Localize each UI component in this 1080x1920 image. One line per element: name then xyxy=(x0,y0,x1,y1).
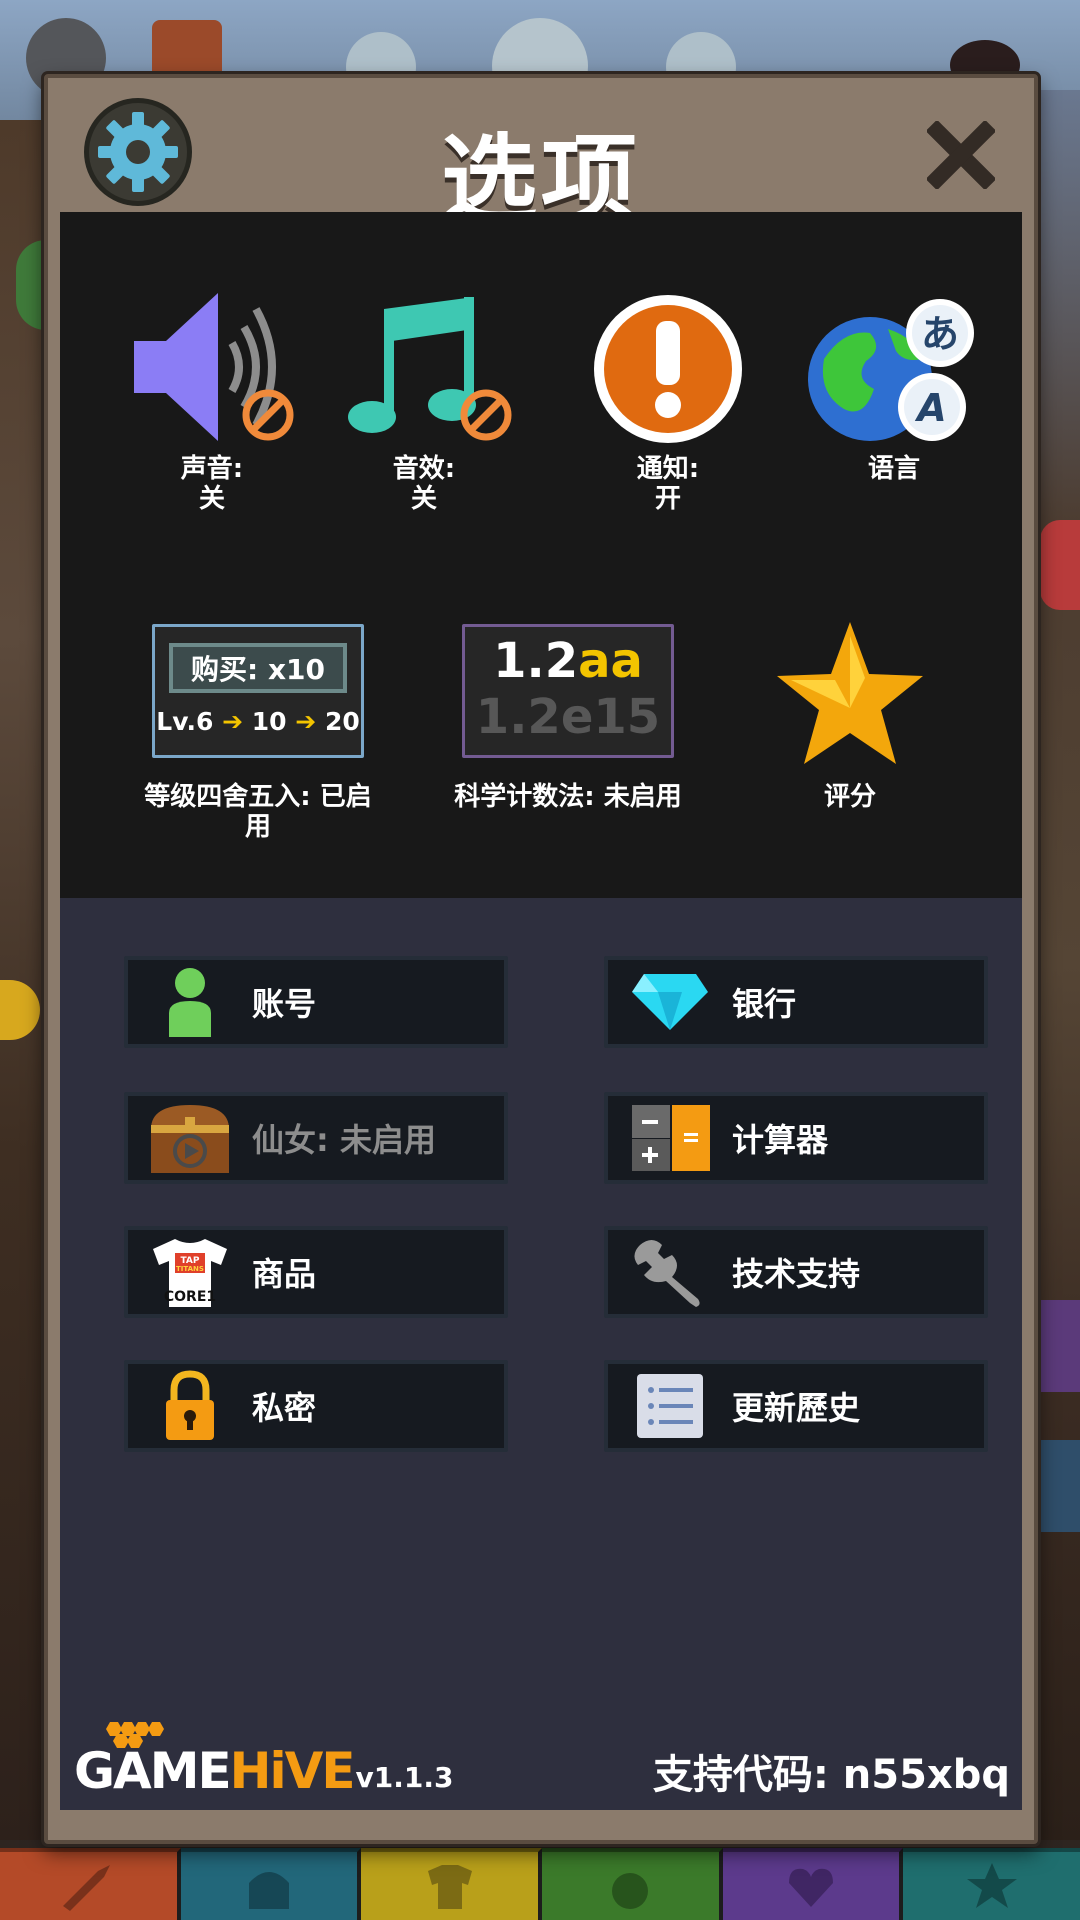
arrow-right-icon: ➔ xyxy=(295,707,317,736)
sound-toggle[interactable]: 声音: 关 xyxy=(112,284,312,514)
level-mid: 10 xyxy=(251,707,287,736)
rate-label: 评分 xyxy=(823,782,876,812)
tab-shop[interactable] xyxy=(903,1848,1080,1920)
merch-shirt-line2: TITANS xyxy=(176,1265,204,1273)
tshirt-icon: TAP TITANS CORE1 xyxy=(153,1239,227,1307)
level-rounding-caption-line2: 用 xyxy=(244,812,271,842)
buy-multiplier-preview: 购买: x10 xyxy=(169,643,347,693)
merch-label: 商品 xyxy=(252,1255,317,1293)
logo-hive-text: HiVE xyxy=(229,1742,356,1800)
close-button[interactable] xyxy=(924,118,998,192)
logo-game-text: GAME xyxy=(74,1742,232,1800)
helmet-icon xyxy=(249,1872,289,1909)
level-rounding-caption-line1: 等级四舍五入: 已启 xyxy=(144,782,372,812)
scientific-notation-caption: 科学计数法: 未启用 xyxy=(454,782,682,812)
star-icon xyxy=(777,622,923,764)
right-scene-strip xyxy=(1038,90,1080,1840)
fairy-ads-label: 仙女: 未启用 xyxy=(252,1121,436,1159)
letter-notation-preview: 1.2aa xyxy=(465,633,671,689)
globe-language-icon: あ A xyxy=(808,299,974,441)
sound-label: 声音: xyxy=(180,454,244,484)
level-end: 20 xyxy=(324,707,360,736)
level-rounding-toggle[interactable]: 购买: x10 Lv.6 ➔ 10 ➔ 20 xyxy=(152,624,364,758)
merch-shirt-line3: CORE1 xyxy=(164,1289,216,1305)
notifications-label: 通知: xyxy=(636,454,700,484)
bottom-tab-bar xyxy=(0,1848,1080,1920)
calculator-icon xyxy=(632,1105,710,1171)
version-text: v1.1.3 xyxy=(355,1761,454,1794)
level-rounding-caption: 等级四舍五入: 已启 用 xyxy=(142,782,374,842)
update-history-button[interactable]: 更新歷史 xyxy=(604,1360,988,1452)
hero-portrait-right xyxy=(1040,520,1080,610)
lock-icon xyxy=(166,1370,214,1440)
support-button[interactable]: 技术支持 xyxy=(604,1226,988,1318)
tab-pets[interactable] xyxy=(542,1848,723,1920)
settings-toggles-section: 声音: 关 音效: 关 通知: 开 あ A 语言 购买: x10 Lv.6 ➔ … xyxy=(60,212,1022,898)
privacy-button[interactable]: 私密 xyxy=(124,1360,508,1452)
scientific-notation-preview: 1.2e15 xyxy=(475,689,661,745)
side-ad-badge xyxy=(1040,1300,1080,1392)
tab-equipment[interactable] xyxy=(361,1848,543,1920)
svg-text:A: A xyxy=(914,386,946,430)
options-content: 声音: 关 音效: 关 通知: 开 あ A 语言 购买: x10 Lv.6 ➔ … xyxy=(60,212,1022,1810)
pet-icon xyxy=(612,1873,649,1909)
arrow-right-icon: ➔ xyxy=(222,707,244,736)
hero-portrait-left xyxy=(16,240,46,330)
notifications-toggle[interactable]: 通知: 开 xyxy=(568,284,768,514)
bank-button[interactable]: 银行 xyxy=(604,956,988,1048)
tab-clan[interactable] xyxy=(722,1848,904,1920)
exclamation-icon xyxy=(594,295,742,443)
letter-notation-number: 1.2 xyxy=(493,633,579,689)
gamehive-logo: GAME HiVE v1.1.3 xyxy=(74,1722,454,1800)
scientific-notation-toggle[interactable]: 1.2aa 1.2e15 xyxy=(462,624,674,758)
account-label: 账号 xyxy=(252,985,317,1023)
rate-button[interactable]: 评分 xyxy=(750,618,950,812)
language-button[interactable]: あ A 语言 xyxy=(794,284,994,484)
support-label: 技术支持 xyxy=(732,1255,861,1293)
sfx-value: 关 xyxy=(410,484,437,514)
level-rounding-preview: Lv.6 ➔ 10 ➔ 20 xyxy=(155,707,361,736)
tab-sword[interactable] xyxy=(0,1848,181,1920)
clan-heart-icon xyxy=(789,1868,834,1907)
side-ad-badge-2 xyxy=(1040,1440,1080,1532)
speaker-muted-icon xyxy=(134,293,294,441)
privacy-label: 私密 xyxy=(252,1389,317,1427)
star-tab-icon xyxy=(966,1863,1017,1908)
shirt-icon xyxy=(427,1865,472,1909)
calculator-button[interactable]: 计算器 xyxy=(604,1092,988,1184)
calculator-label: 计算器 xyxy=(732,1121,829,1159)
close-icon xyxy=(927,121,995,189)
sfx-toggle[interactable]: 音效: 关 xyxy=(324,284,524,514)
svg-text:あ: あ xyxy=(921,312,959,356)
update-history-label: 更新歷史 xyxy=(732,1389,861,1427)
support-code: 支持代码: n55xbq xyxy=(652,1752,1010,1798)
merch-button[interactable]: TAP TITANS CORE1 商品 xyxy=(124,1226,508,1318)
sound-value: 关 xyxy=(198,484,225,514)
fairy-ads-button[interactable]: 仙女: 未启用 xyxy=(124,1092,508,1184)
diamond-icon xyxy=(632,974,708,1030)
honeycomb-icon xyxy=(106,1722,164,1748)
music-note-muted-icon xyxy=(348,297,512,441)
options-panel: 选项 声音: 关 音效: 关 通知: 开 あ A 语言 购买: x10 Lv.6… xyxy=(44,74,1038,1844)
list-icon xyxy=(637,1374,703,1438)
letter-notation-suffix: aa xyxy=(578,633,643,689)
language-label: 语言 xyxy=(867,454,920,484)
level-start: Lv.6 xyxy=(156,707,214,736)
video-chest-icon xyxy=(151,1105,229,1173)
wrench-icon xyxy=(634,1240,700,1307)
account-button[interactable]: 账号 xyxy=(124,956,508,1048)
sfx-label: 音效: xyxy=(392,454,456,484)
tab-heroes[interactable] xyxy=(180,1848,362,1920)
sword-icon xyxy=(63,1865,111,1911)
notifications-value: 开 xyxy=(654,484,681,514)
bank-label: 银行 xyxy=(732,985,797,1023)
user-icon xyxy=(169,968,211,1037)
